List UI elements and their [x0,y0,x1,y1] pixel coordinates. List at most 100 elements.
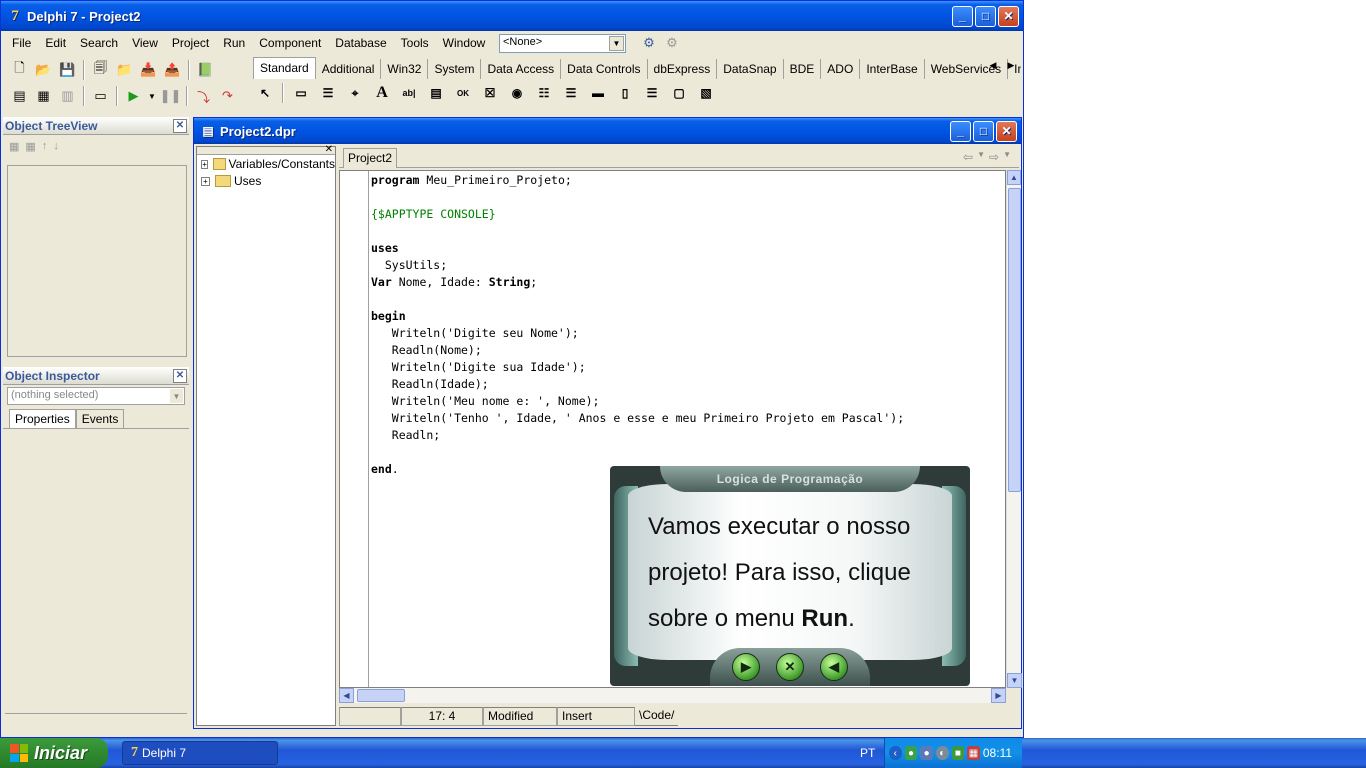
checkbox-icon[interactable]: ☒ [478,81,502,105]
chevron-left-icon[interactable]: ‹ [889,746,902,760]
program-icon[interactable]: ▦ [967,746,980,760]
groupbox-icon[interactable]: ▯ [613,81,637,105]
code-line[interactable]: Writeln('Digite seu Nome'); [371,325,904,342]
editor-gutter[interactable] [340,171,369,687]
menu-tools[interactable]: Tools [394,32,436,54]
source-code[interactable]: program Meu_Primeiro_Projeto; {$APPTYPE C… [371,172,904,478]
horizontal-scrollbar[interactable]: ◀ ▶ [339,688,1006,703]
new-icon[interactable]: 🗋 [9,60,30,81]
frames-icon[interactable]: ▭ [289,81,313,105]
run-icon[interactable]: ▶ [123,86,144,107]
minimize-button[interactable]: _ [950,120,971,142]
run-config-icon[interactable]: ⚙ [639,33,659,53]
palette-tab-bde[interactable]: BDE [784,59,822,79]
users-icon[interactable]: ● [920,746,933,760]
close-button[interactable]: ✕ [998,5,1019,27]
palette-tab-data-access[interactable]: Data Access [481,59,562,79]
code-line[interactable]: uses [371,240,904,257]
security-icon[interactable]: ■ [951,746,965,760]
open-icon[interactable]: 📂 [33,60,54,81]
code-line[interactable] [371,444,904,461]
save-all-icon[interactable]: 🗐 [90,60,111,81]
code-line[interactable]: program Meu_Primeiro_Projeto; [371,172,904,189]
menu-project[interactable]: Project [165,32,216,54]
explorer-node[interactable]: + Variables/Constants [197,156,335,172]
chevron-down-icon[interactable]: ▼ [170,389,183,403]
scroll-up-icon[interactable]: ▲ [1007,170,1021,185]
object-treeview-title[interactable]: Object TreeView ✕ [3,117,189,135]
code-line[interactable] [371,291,904,308]
palette-tab-data-controls[interactable]: Data Controls [561,59,648,79]
explorer-node[interactable]: + Uses [197,173,335,189]
code-line[interactable]: {$APPTYPE CONSOLE} [371,206,904,223]
ide-title-bar[interactable]: 7 Delphi 7 - Project2 _ □ ✕ [1,1,1023,31]
editor-title-bar[interactable]: ▤ Project2.dpr _ □ ✕ [194,118,1021,144]
minimize-button[interactable]: _ [952,5,973,27]
scrollbar-icon[interactable]: ▬ [586,81,610,105]
code-line[interactable]: Writeln('Digite sua Idade'); [371,359,904,376]
trace-into-icon[interactable]: ⤵ [193,86,214,107]
menu-view[interactable]: View [125,32,165,54]
run-dropdown-icon[interactable]: ▼ [147,86,157,107]
chevron-down-icon[interactable]: ▼ [609,36,624,51]
view-form-icon[interactable]: ▦ [33,86,54,107]
vertical-scrollbar[interactable]: ▲ ▼ [1006,170,1022,688]
chevron-left-icon[interactable]: ◀ [985,57,1001,73]
scroll-right-icon[interactable]: ▶ [991,688,1006,703]
taskbar-item-delphi[interactable]: 7 Delphi 7 [122,741,278,765]
remove-from-project-icon[interactable]: 📤 [162,60,183,81]
palette-tab-system[interactable]: System [428,59,482,79]
add-to-project-icon[interactable]: 📥 [138,60,159,81]
actionlist-icon[interactable]: ▧ [694,81,718,105]
mainmenu-icon[interactable]: ☰ [316,81,340,105]
menu-edit[interactable]: Edit [38,32,73,54]
palette-tab-standard[interactable]: Standard [253,57,316,79]
scroll-left-icon[interactable]: ◀ [339,688,354,703]
code-line[interactable]: Readln(Nome); [371,342,904,359]
memo-icon[interactable]: ▤ [424,81,448,105]
previous-icon[interactable]: ◀ [820,653,848,681]
code-line[interactable]: SysUtils; [371,257,904,274]
code-line[interactable]: begin [371,308,904,325]
inspector-object-combo[interactable]: (nothing selected) ▼ [7,387,185,405]
radiogroup-icon[interactable]: ☰ [640,81,664,105]
save-icon[interactable]: 💾 [57,60,78,81]
help-book-icon[interactable]: 📗 [195,60,216,81]
code-line[interactable]: Writeln('Meu nome e: ', Nome); [371,393,904,410]
next-icon[interactable]: ▶ [732,653,760,681]
chevron-down-icon[interactable]: ▼ [1003,150,1011,164]
popupmenu-icon[interactable]: ⌖ [343,81,367,105]
combobox-icon[interactable]: ☰ [559,81,583,105]
clock[interactable]: 08:11 [983,746,1012,760]
menu-search[interactable]: Search [73,32,125,54]
open-project-icon[interactable]: 📁 [114,60,135,81]
object-inspector-title[interactable]: Object Inspector ✕ [3,367,189,385]
close-icon[interactable]: ✕ [325,144,333,155]
close-icon[interactable]: ✕ [776,653,804,681]
button-icon[interactable]: OK [451,81,475,105]
menu-database[interactable]: Database [328,32,393,54]
forward-arrow-icon[interactable]: ⇨ [989,150,999,164]
code-line[interactable]: Writeln('Tenho ', Idade, ' Anos e esse e… [371,410,904,427]
palette-tab-dbexpress[interactable]: dbExpress [648,59,718,79]
menu-window[interactable]: Window [436,32,493,54]
close-icon[interactable]: ✕ [173,368,187,383]
new-form-icon[interactable]: ▭ [90,86,111,107]
horizontal-scroll-thumb[interactable] [357,689,405,702]
panel-icon[interactable]: ▢ [667,81,691,105]
label-icon[interactable]: A [370,81,394,105]
palette-tab-datasnap[interactable]: DataSnap [717,59,784,79]
expand-icon[interactable]: + [201,159,209,169]
code-line[interactable]: Readln(Idade); [371,376,904,393]
radiobutton-icon[interactable]: ◉ [505,81,529,105]
tab-project2[interactable]: Project2 [343,148,398,168]
palette-tab-win32[interactable]: Win32 [381,59,429,79]
palette-tab-additional[interactable]: Additional [316,59,382,79]
code-line[interactable]: Var Nome, Idade: String; [371,274,904,291]
maximize-button[interactable]: □ [975,5,996,27]
chevron-right-icon[interactable]: ▶ [1003,57,1019,73]
listbox-icon[interactable]: ☷ [532,81,556,105]
start-button[interactable]: Iniciar [0,738,108,768]
expand-icon[interactable]: + [201,176,210,186]
code-line[interactable]: Readln; [371,427,904,444]
